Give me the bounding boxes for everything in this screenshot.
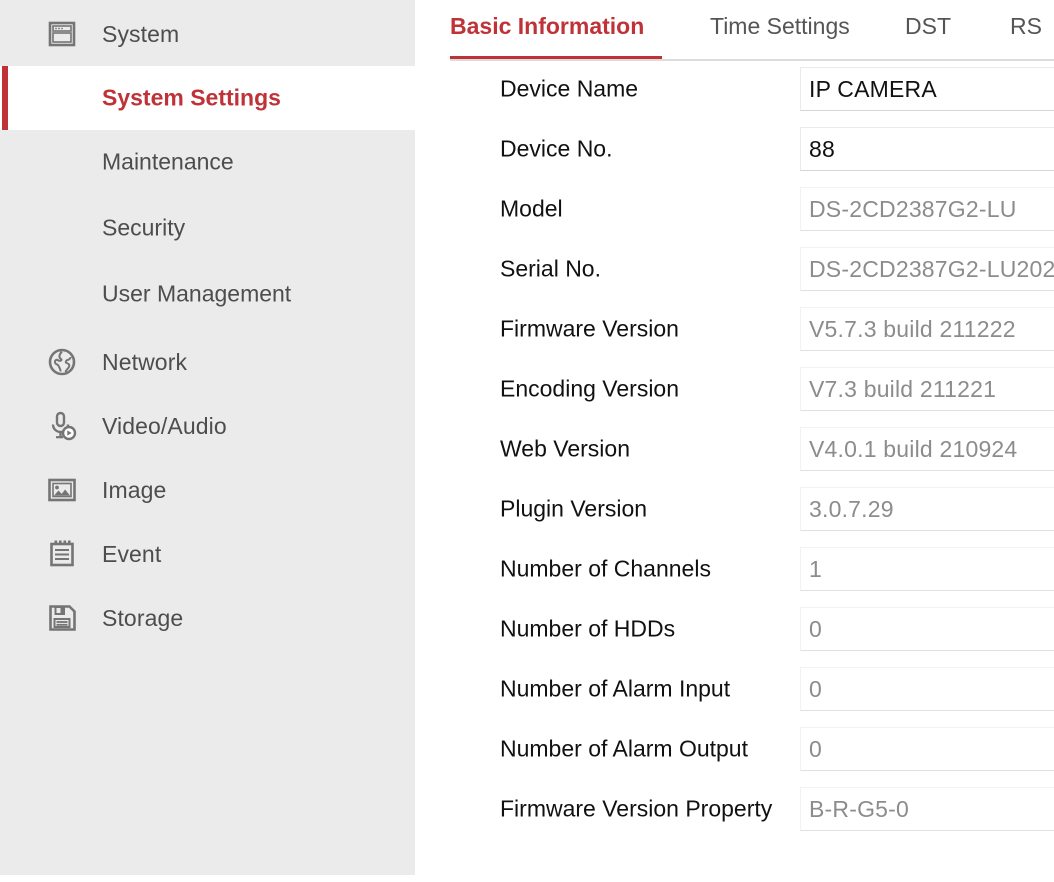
basic-information-form: Device Name IP CAMERA Device No. 88 Model DS-… [415,59,1054,882]
field-value-model: DS-2CD2387G2-LU [801,196,1017,223]
sidebar-item-label: Event [102,541,161,568]
form-row-encoding-version: Encoding Version V7.3 build 211221 [415,359,1054,419]
field-label-firmware-version-property: Firmware Version Property [500,796,772,823]
field-label-plugin-version: Plugin Version [500,496,647,523]
field-label-number-of-alarm-input: Number of Alarm Input [500,676,730,703]
field-readonly-number-of-alarm-output: 0 [800,727,1054,771]
sidebar-item-label: Storage [102,605,183,632]
field-value-number-of-alarm-output: 0 [801,736,822,763]
sidebar-item-network[interactable]: Network [0,330,415,394]
sidebar-item-image[interactable]: Image [0,458,415,522]
tab-bar: Basic Information Time Settings DST RS [415,0,1054,59]
form-row-firmware-version: Firmware Version V5.7.3 build 211222 [415,299,1054,359]
field-readonly-model: DS-2CD2387G2-LU [800,187,1054,231]
sidebar-item-storage[interactable]: Storage [0,586,415,650]
field-label-serial-no-: Serial No. [500,256,601,283]
sidebar-item-system-settings[interactable]: System Settings [0,66,415,130]
form-row-number-of-hdds: Number of HDDs 0 [415,599,1054,659]
sidebar: System System Settings Maintenance Security… [0,0,415,875]
field-value-firmware-version: V5.7.3 build 211222 [801,316,1016,343]
field-readonly-plugin-version: 3.0.7.29 [800,487,1054,531]
field-label-web-version: Web Version [500,436,630,463]
tab-rs[interactable]: RS [1010,6,1042,46]
form-row-number-of-alarm-output: Number of Alarm Output 0 [415,719,1054,779]
form-row-model: Model DS-2CD2387G2-LU [415,179,1054,239]
camera-config-page: System System Settings Maintenance Security… [0,0,1054,882]
field-readonly-encoding-version: V7.3 build 211221 [800,367,1054,411]
field-value-web-version: V4.0.1 build 210924 [801,436,1017,463]
active-indicator-bar [2,66,8,130]
form-row-device-name: Device Name IP CAMERA [415,59,1054,119]
floppy-disk-icon [40,596,84,640]
field-value-device-name: IP CAMERA [801,76,937,103]
field-input-device-name[interactable]: IP CAMERA [800,67,1054,111]
field-readonly-serial-no-: DS-2CD2387G2-LU202 [800,247,1054,291]
globe-icon [40,340,84,384]
form-row-number-of-alarm-input: Number of Alarm Input 0 [415,659,1054,719]
field-value-serial-no-: DS-2CD2387G2-LU202 [801,256,1054,283]
sidebar-item-label: System Settings [102,85,281,112]
form-row-web-version: Web Version V4.0.1 build 210924 [415,419,1054,479]
sidebar-item-event[interactable]: Event [0,522,415,586]
tab-time-settings[interactable]: Time Settings [710,6,850,46]
sidebar-item-video-audio[interactable]: Video/Audio [0,394,415,458]
field-value-device-no-: 88 [801,136,835,163]
form-row-device-no-: Device No. 88 [415,119,1054,179]
field-readonly-number-of-alarm-input: 0 [800,667,1054,711]
field-label-encoding-version: Encoding Version [500,376,679,403]
sidebar-item-user-management[interactable]: User Management [0,262,415,326]
microphone-play-icon [40,404,84,448]
field-label-firmware-version: Firmware Version [500,316,679,343]
sidebar-item-label: User Management [102,281,291,308]
field-value-number-of-alarm-input: 0 [801,676,822,703]
form-row-plugin-version: Plugin Version 3.0.7.29 [415,479,1054,539]
sidebar-item-maintenance[interactable]: Maintenance [0,130,415,194]
sidebar-item-security[interactable]: Security [0,196,415,260]
field-value-plugin-version: 3.0.7.29 [801,496,894,523]
field-label-device-no-: Device No. [500,136,612,163]
field-value-firmware-version-property: B-R-G5-0 [801,796,909,823]
field-label-number-of-hdds: Number of HDDs [500,616,675,643]
field-readonly-number-of-hdds: 0 [800,607,1054,651]
field-label-number-of-alarm-output: Number of Alarm Output [500,736,748,763]
field-value-number-of-channels: 1 [801,556,822,583]
sidebar-item-label: Video/Audio [102,413,227,440]
field-input-device-no-[interactable]: 88 [800,127,1054,171]
field-readonly-firmware-version-property: B-R-G5-0 [800,787,1054,831]
form-row-firmware-version-property: Firmware Version Property B-R-G5-0 [415,779,1054,839]
tab-basic-information[interactable]: Basic Information [450,6,644,46]
form-row-number-of-channels: Number of Channels 1 [415,539,1054,599]
sidebar-item-label: Maintenance [102,149,234,176]
sidebar-item-system[interactable]: System [0,2,415,66]
form-row-serial-no-: Serial No. DS-2CD2387G2-LU202 [415,239,1054,299]
picture-icon [40,468,84,512]
sidebar-item-label: Network [102,349,187,376]
window-icon [40,12,84,56]
field-label-number-of-channels: Number of Channels [500,556,711,583]
field-value-encoding-version: V7.3 build 211221 [801,376,996,403]
field-value-number-of-hdds: 0 [801,616,822,643]
field-readonly-number-of-channels: 1 [800,547,1054,591]
sidebar-item-label: System [102,21,179,48]
content-area: Basic Information Time Settings DST RS Devi… [415,0,1054,882]
field-label-model: Model [500,196,563,223]
tab-dst[interactable]: DST [905,6,951,46]
field-readonly-firmware-version: V5.7.3 build 211222 [800,307,1054,351]
field-readonly-web-version: V4.0.1 build 210924 [800,427,1054,471]
field-label-device-name: Device Name [500,76,638,103]
sidebar-item-label: Security [102,215,185,242]
sidebar-item-label: Image [102,477,166,504]
notepad-icon [40,532,84,576]
